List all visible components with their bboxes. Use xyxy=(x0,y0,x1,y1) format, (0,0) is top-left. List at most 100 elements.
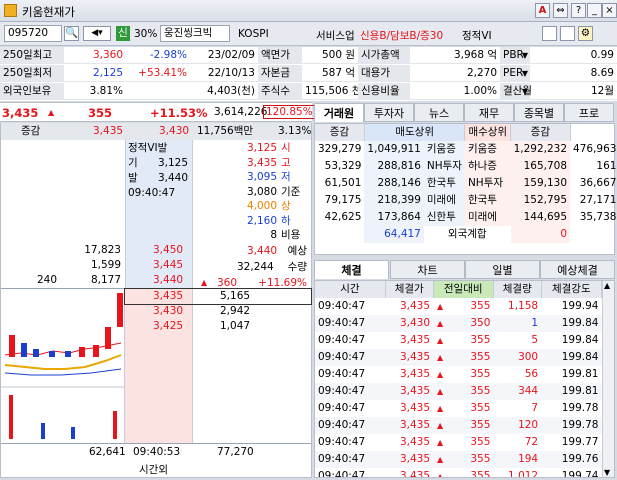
trade-row[interactable]: 09:40:47 3,435 ▲ 355 344 199.81 xyxy=(315,383,602,400)
trade-row[interactable]: 09:40:47 3,435 ▲ 355 194 199.76 xyxy=(315,451,602,468)
bid-price: 3,430 xyxy=(153,305,184,317)
broker-row[interactable]: 61,501 288,146 한국투 NH투자 159,130 36,667 xyxy=(315,175,617,192)
broker-row[interactable]: 79,175 218,399 미래에 한국투 152,795 27,171 xyxy=(315,192,617,209)
info-label: 250일최저 xyxy=(3,67,53,79)
trade-strength: 199.78 xyxy=(561,419,599,431)
trade-tab-2[interactable]: 일별 xyxy=(465,260,540,279)
trade-price-cell: 3,435 xyxy=(385,332,433,349)
trade-time-cell: 09:40:47 xyxy=(315,434,385,451)
title-bar: 키움현재가 A ⇔ ? _ × xyxy=(0,0,617,22)
trade-row[interactable]: 09:40:47 3,435 ▲ 355 300 199.84 xyxy=(315,349,602,366)
minimize-button[interactable]: _ xyxy=(587,3,602,18)
close-button[interactable]: × xyxy=(602,3,617,18)
search-icon[interactable]: 🔍 xyxy=(64,26,79,41)
dropdown-icon[interactable]: ▼ xyxy=(522,83,528,100)
dropdown-icon[interactable]: ▼ xyxy=(522,65,528,82)
trade-qty-cell: 1,012 xyxy=(493,468,541,477)
stock-name-field[interactable]: 웅진씽크빅 xyxy=(160,25,230,42)
trade-diff: 355 xyxy=(470,300,491,312)
broker-cell: 42,625 xyxy=(315,209,364,226)
stock-code: 095720 xyxy=(8,27,49,39)
market-badge: 신 xyxy=(116,26,130,41)
dropdown-icon[interactable]: ▼ xyxy=(522,47,528,64)
broker-cell: 144,695 xyxy=(510,209,571,226)
orderbook-panel: 증감 3,435 3,430 11,756백만 3.13% 정적VI발 기 3,12… xyxy=(0,123,312,478)
info-cell: 신용비율 xyxy=(358,83,410,100)
speaker-icon[interactable]: ◀▾ xyxy=(83,26,111,41)
copy-icon[interactable] xyxy=(560,26,575,41)
trade-header-cell: 전일대비 xyxy=(433,281,494,298)
up-arrow-icon: ▲ xyxy=(437,319,444,328)
trade-tab-3[interactable]: 예상체결 xyxy=(540,260,615,279)
bid-row[interactable]: 3,435 5,165 xyxy=(124,288,312,305)
broker-row[interactable]: 329,279 1,049,911 키움증 키움증 1,292,232 476,963 xyxy=(315,141,617,158)
broker-row[interactable]: 53,329 288,816 NH투자 하나증 165,708 161 xyxy=(315,158,617,175)
trade-strength: 199.84 xyxy=(561,334,599,346)
bid-row[interactable]: 3,430 2,942 xyxy=(125,304,311,319)
stat-label: 시 xyxy=(281,142,291,154)
broker-row[interactable]: 42,625 173,864 신한투 미래에 144,695 35,738 xyxy=(315,209,617,226)
trade-time: 09:40:47 xyxy=(318,385,366,397)
trade-row[interactable]: 09:40:47 3,435 ▲ 355 1,158 199.94 xyxy=(315,298,602,315)
trade-tab-1[interactable]: 차트 xyxy=(390,260,465,279)
trade-strength: 199.84 xyxy=(561,351,599,363)
info-v2: 1.00% xyxy=(463,85,497,97)
trade-scrollbar[interactable]: ▲ ▼ xyxy=(602,281,614,477)
tab-4[interactable]: 종목별 xyxy=(514,103,564,122)
tab-label: 체결 xyxy=(341,264,362,277)
broker-cell: 329,279 xyxy=(315,141,364,158)
broker-header-cell: 매수상위 xyxy=(464,124,512,141)
info-cell: 587 억 xyxy=(302,65,358,82)
vi-info-box: 정적VI발 기 3,125 발 3,440 09:40:47 xyxy=(128,141,192,201)
scroll-down-icon[interactable]: ▼ xyxy=(604,468,610,477)
font-a-icon[interactable]: A xyxy=(535,3,550,18)
credit-info: 신용B/담보B/증30 xyxy=(360,30,444,42)
trade-tabs: 체결 차트 일별 예상체결 xyxy=(314,258,615,280)
trade-diff: 350 xyxy=(470,317,491,329)
layout-icon[interactable] xyxy=(542,26,557,41)
sector-label: 서비스업 xyxy=(316,30,355,42)
trade-time-cell: 09:40:47 xyxy=(315,417,385,434)
stat-value: 3,435 xyxy=(246,156,277,169)
broker-cell: 61,501 xyxy=(315,175,364,192)
bid-row[interactable]: 3,425 1,047 xyxy=(125,319,311,334)
trade-row[interactable]: 09:40:47 3,430 ▲ 350 1 199.84 xyxy=(315,315,602,332)
ask-qty: 17,823 xyxy=(84,244,121,256)
stat-value: 4,000 xyxy=(246,200,277,212)
trade-row[interactable]: 09:40:47 3,435 ▲ 355 5 199.84 xyxy=(315,332,602,349)
header-label: 증감 xyxy=(329,126,350,138)
stock-code-input[interactable]: 095720 xyxy=(4,25,62,42)
vi-value: 3,440 xyxy=(157,172,188,184)
info-v1: 500 원 xyxy=(321,49,355,61)
link-icon[interactable]: ⇔ xyxy=(553,3,568,18)
tab-1[interactable]: 투자자 xyxy=(364,103,414,122)
trade-diff-cell: ▲ 355 xyxy=(433,451,493,468)
info-cell xyxy=(126,83,190,100)
help-button[interactable]: ? xyxy=(571,3,586,18)
trade-time: 09:40:47 xyxy=(318,470,366,478)
trade-row[interactable]: 09:40:47 3,435 ▲ 355 120 199.78 xyxy=(315,417,602,434)
settings-icon[interactable]: ⚙ xyxy=(578,26,593,41)
trade-price: 3,435 xyxy=(399,419,431,431)
ask-qty-change: 240 xyxy=(37,274,58,286)
tab-3[interactable]: 재무 xyxy=(464,103,514,122)
trade-header: 시간 체결가 전일대비 체결량 체결강도 xyxy=(315,281,603,298)
broker-cell: 1,292,232 xyxy=(510,141,571,158)
trade-row[interactable]: 09:40:47 3,435 ▲ 355 56 199.81 xyxy=(315,366,602,383)
trade-time-cell: 09:40:47 xyxy=(315,451,385,468)
trade-time-cell: 09:40:47 xyxy=(315,298,385,315)
trade-row[interactable]: 09:40:47 3,435 ▲ 355 72 199.77 xyxy=(315,434,602,451)
trade-time-cell: 09:40:47 xyxy=(315,468,385,478)
tab-5[interactable]: 프로 xyxy=(564,103,614,122)
vi-line: 09:40:47 xyxy=(128,186,192,201)
trade-row[interactable]: 09:40:47 3,435 ▲ 355 7 199.78 xyxy=(315,400,602,417)
vi-line: 발 3,440 xyxy=(128,171,192,186)
header-label: 체결량 xyxy=(502,283,532,295)
tab-2[interactable]: 뉴스 xyxy=(414,103,464,122)
trade-price: 3,435 xyxy=(399,385,431,397)
scroll-up-icon[interactable]: ▲ xyxy=(604,281,610,290)
trade-tab-0[interactable]: 체결 xyxy=(314,260,389,279)
trade-qty-cell: 7 xyxy=(493,400,541,417)
tab-0[interactable]: 거래원 xyxy=(314,103,364,122)
trade-row[interactable]: 09:40:47 3,435 ▲ 355 1,012 199.74 xyxy=(315,468,602,478)
